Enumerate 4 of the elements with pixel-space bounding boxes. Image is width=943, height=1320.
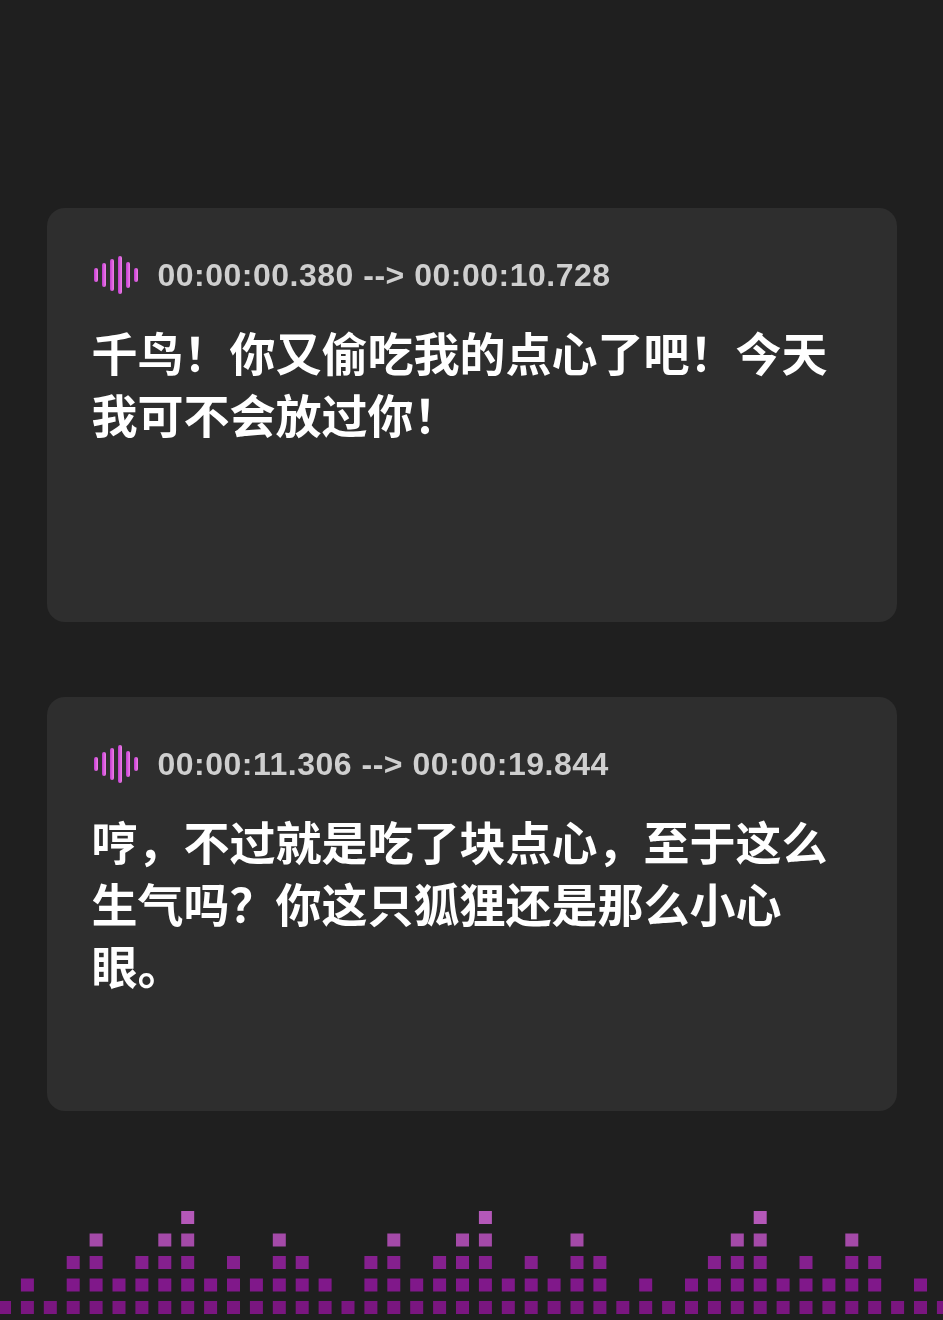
subtitle-text: 哼，不过就是吃了块点心，至于这么生气吗？你这只狐狸还是那么小心眼。 [91,809,829,995]
timestamp: 00:00:00.380 --> 00:00:10.728 [157,256,611,294]
subtitle-text: 千鸟！你又偷吃我的点心了吧！今天我可不会放过你！ [91,320,829,444]
timestamp: 00:00:11.306 --> 00:00:19.844 [157,745,609,783]
